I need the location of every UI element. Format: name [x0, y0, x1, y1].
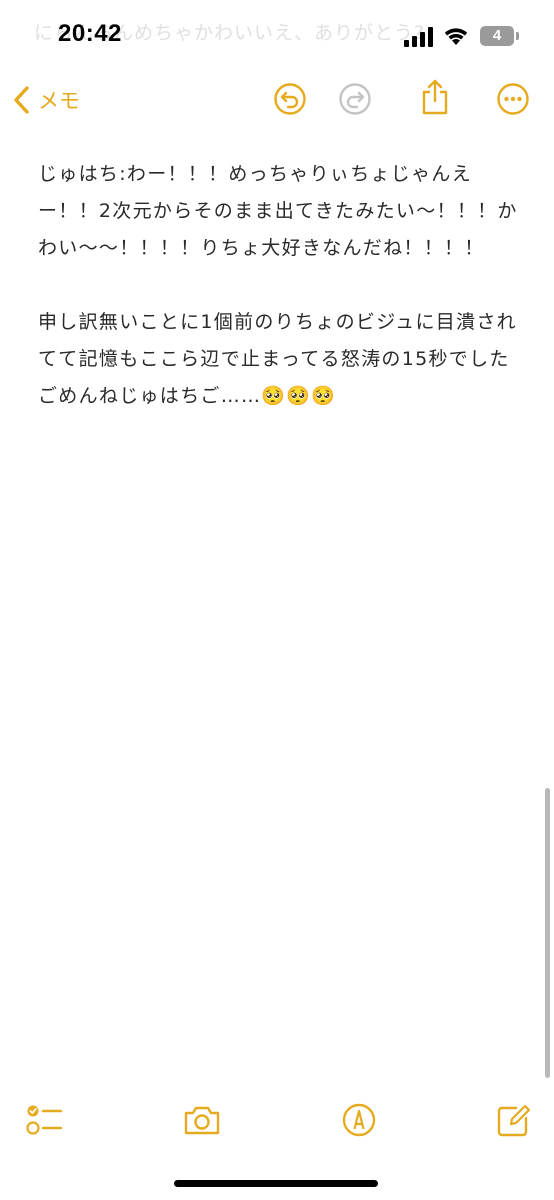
status-bar: にらんらんめちゃかわいいえ、ありがとう? 20:42 4 — [0, 0, 554, 74]
redo-icon[interactable] — [338, 82, 372, 116]
note-paragraph-1[interactable]: じゅはち:わー！！！めっちゃりぃちょじゃんえー！！2次元からそのまま出てきたみた… — [38, 156, 528, 267]
home-indicator[interactable] — [174, 1180, 378, 1187]
battery-indicator: 4 — [480, 26, 514, 46]
navigation-bar: メモ — [0, 74, 554, 124]
share-icon[interactable] — [418, 78, 452, 116]
camera-icon[interactable] — [182, 1102, 222, 1138]
compose-icon[interactable] — [494, 1102, 534, 1138]
checklist-icon[interactable] — [24, 1102, 64, 1138]
back-label: メモ — [38, 89, 80, 113]
note-content[interactable]: じゅはち:わー！！！めっちゃりぃちょじゃんえー！！2次元からそのまま出てきたみた… — [38, 156, 528, 415]
markup-icon[interactable] — [339, 1102, 379, 1138]
cellular-signal-icon — [404, 27, 433, 47]
back-button[interactable]: メモ — [12, 80, 80, 120]
more-icon[interactable] — [496, 82, 530, 116]
bottom-toolbar — [0, 1094, 554, 1150]
scroll-indicator[interactable] — [545, 788, 550, 1078]
undo-icon[interactable] — [273, 82, 307, 116]
wifi-icon — [444, 28, 468, 45]
status-time: 20:42 — [58, 20, 122, 47]
note-paragraph-2[interactable]: 申し訳無いことに1個前のりちょのビジュに目潰されてて記憶もここら辺で止まってる怒… — [38, 304, 528, 415]
chevron-left-icon — [14, 86, 29, 114]
battery-cap — [516, 32, 519, 40]
